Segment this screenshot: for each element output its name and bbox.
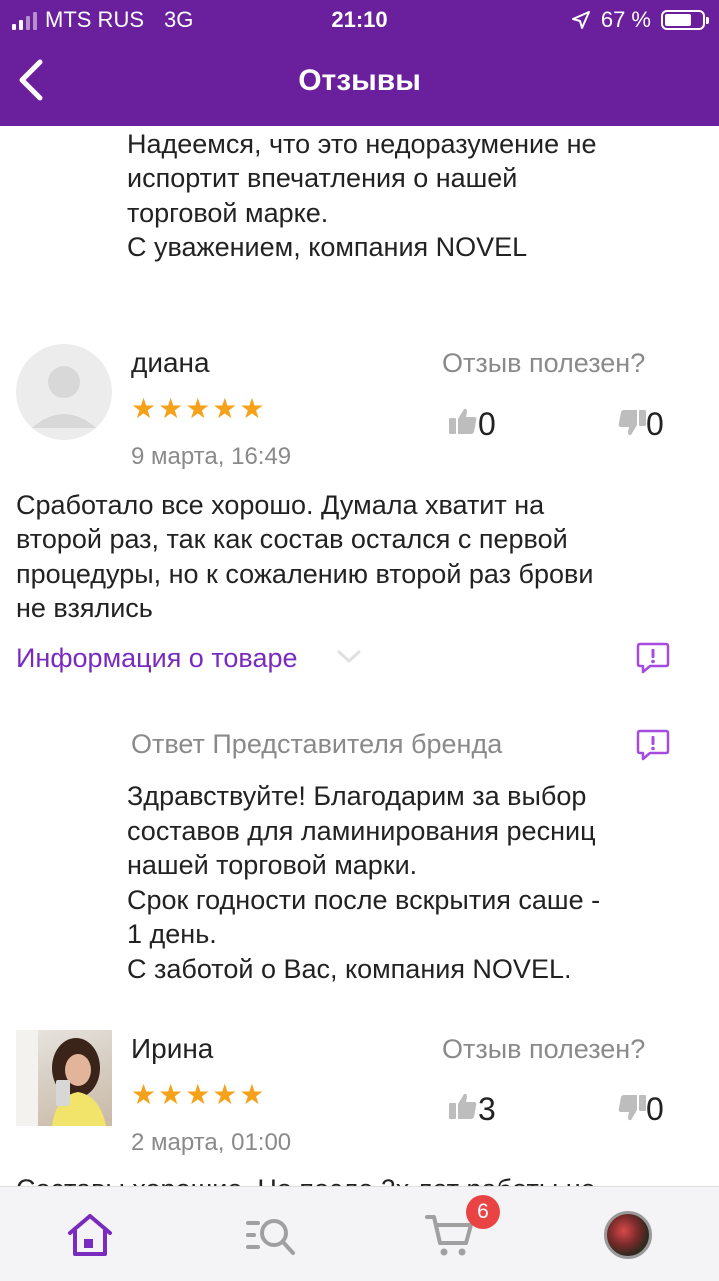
- page-title: Отзывы: [298, 64, 421, 97]
- review-text-line: не взялись: [16, 593, 153, 623]
- reply-line: С уважением, компания NOVEL: [127, 232, 528, 262]
- reply-line: С заботой о Вас, компания NOVEL.: [127, 954, 572, 984]
- battery-icon: [661, 10, 709, 30]
- tab-search-catalog[interactable]: [244, 1209, 296, 1261]
- avatar[interactable]: [16, 344, 112, 440]
- reply-line: Срок годности после вскрытия саше -: [127, 885, 601, 915]
- reviews-list[interactable]: Надеемся, что это недоразумение не испор…: [0, 126, 719, 1186]
- reply-line: 1 день.: [127, 919, 217, 949]
- reviewer-name: Ирина: [131, 1033, 214, 1064]
- status-bar: MTS RUS 3G 21:10 67 %: [0, 0, 719, 40]
- likes-count: 3: [478, 1091, 496, 1127]
- review-date: 2 марта, 01:00: [131, 1129, 292, 1156]
- thumb-up-icon[interactable]: [448, 406, 478, 436]
- brand-reply-header: Ответ Представителя бренда: [131, 729, 503, 759]
- tab-bar: 6: [0, 1186, 719, 1281]
- product-info-label[interactable]: Информация о товаре: [16, 641, 298, 676]
- reply-line: испортит впечатления о нашей: [127, 163, 518, 193]
- tab-home[interactable]: [64, 1209, 116, 1261]
- review-date: 9 марта, 16:49: [131, 443, 292, 470]
- user-placeholder-icon: [32, 366, 96, 428]
- reviewer-name: диана: [131, 347, 210, 378]
- user-photo: [16, 1030, 106, 1126]
- rating-stars: ★★★★★: [131, 393, 267, 424]
- battery-percent: 67 %: [600, 7, 651, 32]
- tab-profile[interactable]: [604, 1211, 652, 1259]
- location-icon: [571, 11, 590, 29]
- reply-line: составов для ламинирования ресниц: [127, 816, 596, 846]
- thumb-down-icon[interactable]: [617, 408, 647, 438]
- thumb-down-icon[interactable]: [617, 1093, 647, 1123]
- chevron-down-icon[interactable]: [336, 648, 362, 666]
- nav-bar: Отзывы: [0, 40, 719, 126]
- reply-line: Надеемся, что это недоразумение не: [127, 129, 597, 159]
- app-header: MTS RUS 3G 21:10 67 % Отзывы: [0, 0, 719, 126]
- thumb-up-icon[interactable]: [448, 1091, 478, 1121]
- helpful-label: Отзыв полезен?: [442, 1034, 646, 1064]
- review-text-line: Сработало все хорошо. Думала хватит на: [16, 490, 545, 520]
- report-icon[interactable]: [636, 641, 670, 675]
- likes-count: 0: [478, 406, 496, 442]
- dislikes-count: 0: [646, 1091, 664, 1127]
- review-text-line: Составы хорошие. Но после 2х лет работы …: [16, 1172, 596, 1186]
- reply-line: нашей торговой марки.: [127, 850, 418, 880]
- cart-count-badge: 6: [466, 1195, 500, 1229]
- avatar[interactable]: [16, 1030, 112, 1126]
- helpful-label: Отзыв полезен?: [442, 348, 646, 378]
- dislikes-count: 0: [646, 406, 664, 442]
- reply-line: торговой марке.: [127, 198, 329, 228]
- review-text-line: процедуры, но к сожалению второй раз бро…: [16, 559, 594, 589]
- rating-stars: ★★★★★: [131, 1079, 267, 1110]
- report-icon[interactable]: [636, 728, 670, 762]
- reply-line: Здравствуйте! Благодарим за выбор: [127, 781, 587, 811]
- review-text-line: второй раз, так как состав остался с пер…: [16, 524, 568, 554]
